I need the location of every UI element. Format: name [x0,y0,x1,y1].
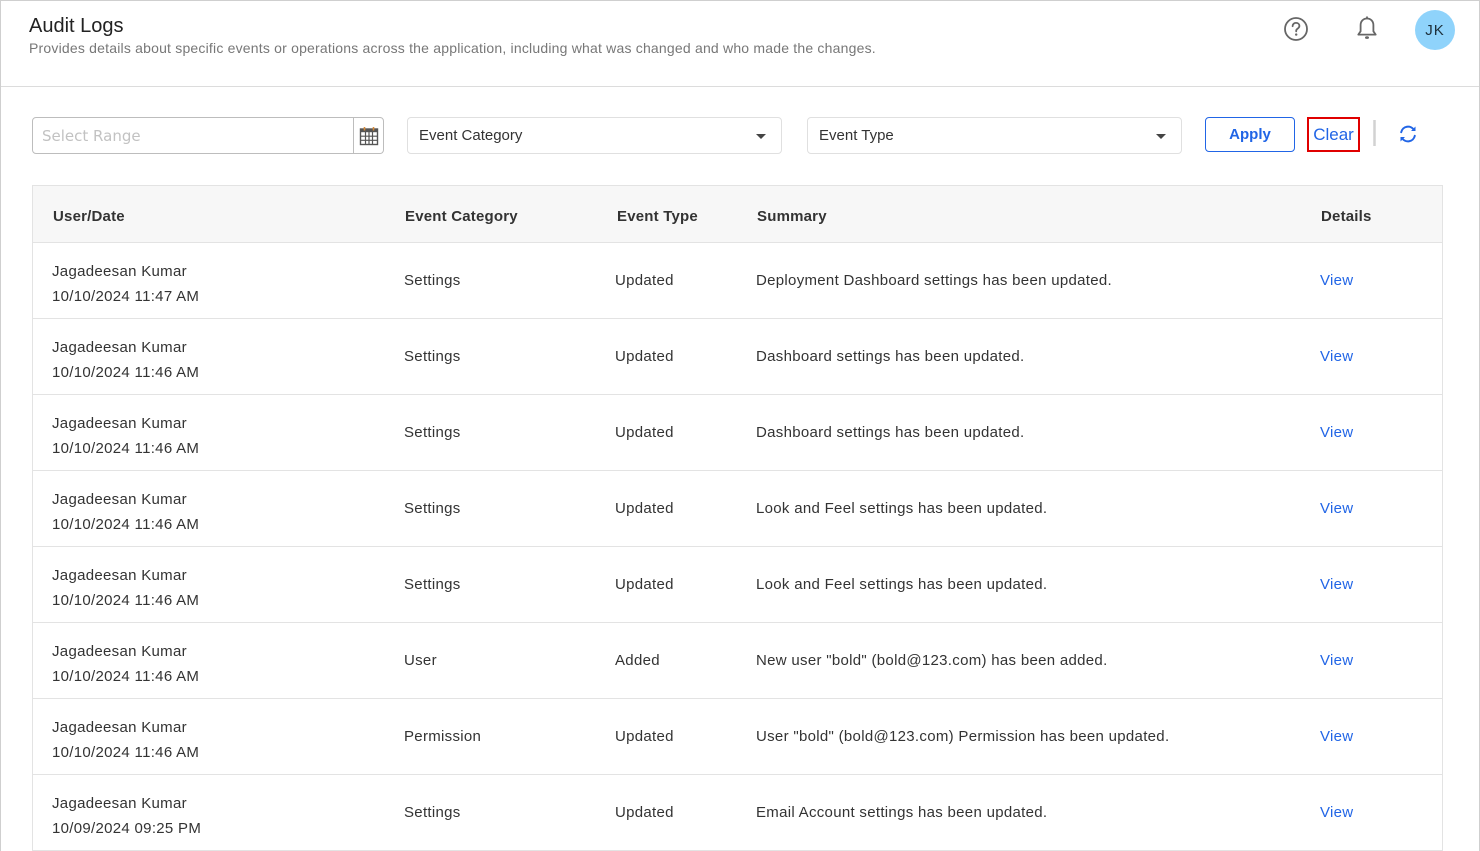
event-date: 10/10/2024 11:46 AM [52,744,200,761]
summary-cell: New user "bold" (bold@123.com) has been … [756,652,1108,669]
column-header-event-type[interactable]: Event Type [617,208,698,225]
event-date: 10/10/2024 11:46 AM [52,592,200,609]
view-details-link[interactable]: View [1320,424,1353,441]
user-name: Jagadeesan Kumar [52,263,187,280]
user-name: Jagadeesan Kumar [52,643,187,660]
event-category-cell: Settings [404,272,461,289]
event-category-cell: Permission [404,728,482,745]
user-date-cell: Jagadeesan Kumar 10/10/2024 11:46 AM [52,715,199,765]
event-date: 10/10/2024 11:46 AM [52,364,200,381]
event-type-cell: Updated [615,424,674,441]
view-details-link[interactable]: View [1320,500,1353,517]
user-name: Jagadeesan Kumar [52,415,187,432]
filter-toolbar: Event Category Event Type Apply Clear [1,117,1480,154]
summary-cell: Email Account settings has been updated. [756,804,1048,821]
event-date: 10/10/2024 11:46 AM [52,440,200,457]
user-avatar[interactable]: JK [1415,10,1455,50]
event-date: 10/09/2024 09:25 PM [52,820,202,837]
user-name: Jagadeesan Kumar [52,795,187,812]
audit-log-table: User/Date Event Category Event Type Summ… [32,185,1443,851]
event-category-cell: Settings [404,500,461,517]
user-date-cell: Jagadeesan Kumar 10/10/2024 11:46 AM [52,639,199,689]
column-header-summary[interactable]: Summary [757,208,827,225]
table-header: User/Date Event Category Event Type Summ… [33,186,1442,243]
event-category-cell: Settings [404,576,461,593]
summary-cell: Look and Feel settings has been updated. [756,576,1048,593]
chevron-down-icon [1156,134,1166,139]
event-category-cell: Settings [404,348,461,365]
page-subtitle: Provides details about specific events o… [29,40,876,56]
user-name: Jagadeesan Kumar [52,719,187,736]
event-type-cell: Added [615,652,660,669]
view-details-link[interactable]: View [1320,804,1353,821]
calendar-icon[interactable] [353,118,383,153]
summary-cell: User "bold" (bold@123.com) Permission ha… [756,728,1170,745]
table-row[interactable]: Jagadeesan Kumar 10/10/2024 11:46 AM Setti… [33,319,1442,395]
summary-cell: Dashboard settings has been updated. [756,424,1025,441]
event-category-cell: Settings [404,424,461,441]
event-category-dropdown[interactable]: Event Category [407,117,782,154]
event-type-cell: Updated [615,576,674,593]
date-range-picker [32,117,384,154]
page-title: Audit Logs [29,15,124,37]
event-type-dropdown[interactable]: Event Type [807,117,1182,154]
user-date-cell: Jagadeesan Kumar 10/09/2024 09:25 PM [52,791,201,841]
user-date-cell: Jagadeesan Kumar 10/10/2024 11:47 AM [52,259,199,309]
apply-button[interactable]: Apply [1205,117,1295,152]
event-type-cell: Updated [615,804,674,821]
user-date-cell: Jagadeesan Kumar 10/10/2024 11:46 AM [52,411,199,461]
summary-cell: Deployment Dashboard settings has been u… [756,272,1112,289]
question-circle-icon[interactable] [1282,15,1310,43]
event-type-cell: Updated [615,348,674,365]
event-category-cell: User [404,652,437,669]
view-details-link[interactable]: View [1320,272,1353,289]
view-details-link[interactable]: View [1320,652,1353,669]
event-date: 10/10/2024 11:46 AM [52,516,200,533]
toolbar-divider [1373,120,1376,146]
bell-icon[interactable] [1353,15,1381,43]
column-header-user-date[interactable]: User/Date [53,208,125,225]
table-body: Jagadeesan Kumar 10/10/2024 11:47 AM Setti… [33,243,1442,851]
page-header: Audit Logs Provides details about specif… [1,1,1479,87]
event-type-cell: Updated [615,272,674,289]
date-range-input[interactable] [33,118,354,153]
table-row[interactable]: Jagadeesan Kumar 10/10/2024 11:47 AM Setti… [33,243,1442,319]
table-row[interactable]: Jagadeesan Kumar 10/10/2024 11:46 AM Setti… [33,547,1442,623]
event-date: 10/10/2024 11:47 AM [52,288,200,305]
table-row[interactable]: Jagadeesan Kumar 10/10/2024 11:46 AM Setti… [33,395,1442,471]
table-row[interactable]: Jagadeesan Kumar 10/10/2024 11:46 AM User A… [33,623,1442,699]
column-header-event-category[interactable]: Event Category [405,208,518,225]
summary-cell: Dashboard settings has been updated. [756,348,1025,365]
user-date-cell: Jagadeesan Kumar 10/10/2024 11:46 AM [52,563,199,613]
user-name: Jagadeesan Kumar [52,339,187,356]
user-name: Jagadeesan Kumar [52,491,187,508]
table-row[interactable]: Jagadeesan Kumar 10/10/2024 11:46 AM Permi… [33,699,1442,775]
event-type-cell: Updated [615,500,674,517]
view-details-link[interactable]: View [1320,576,1353,593]
column-header-details: Details [1321,208,1372,225]
view-details-link[interactable]: View [1320,348,1353,365]
event-type-cell: Updated [615,728,674,745]
table-row[interactable]: Jagadeesan Kumar 10/10/2024 11:46 AM Setti… [33,471,1442,547]
event-date: 10/10/2024 11:46 AM [52,668,200,685]
user-date-cell: Jagadeesan Kumar 10/10/2024 11:46 AM [52,335,199,385]
user-date-cell: Jagadeesan Kumar 10/10/2024 11:46 AM [52,487,199,537]
refresh-icon[interactable] [1397,123,1419,145]
event-category-label: Event Category [419,127,523,144]
summary-cell: Look and Feel settings has been updated. [756,500,1048,517]
chevron-down-icon [756,134,766,139]
table-row[interactable]: Jagadeesan Kumar 10/09/2024 09:25 PM Setti… [33,775,1442,851]
audit-logs-page: Audit Logs Provides details about specif… [0,0,1480,851]
view-details-link[interactable]: View [1320,728,1353,745]
user-name: Jagadeesan Kumar [52,567,187,584]
clear-button[interactable]: Clear [1307,117,1360,152]
event-type-label: Event Type [819,127,894,144]
event-category-cell: Settings [404,804,461,821]
